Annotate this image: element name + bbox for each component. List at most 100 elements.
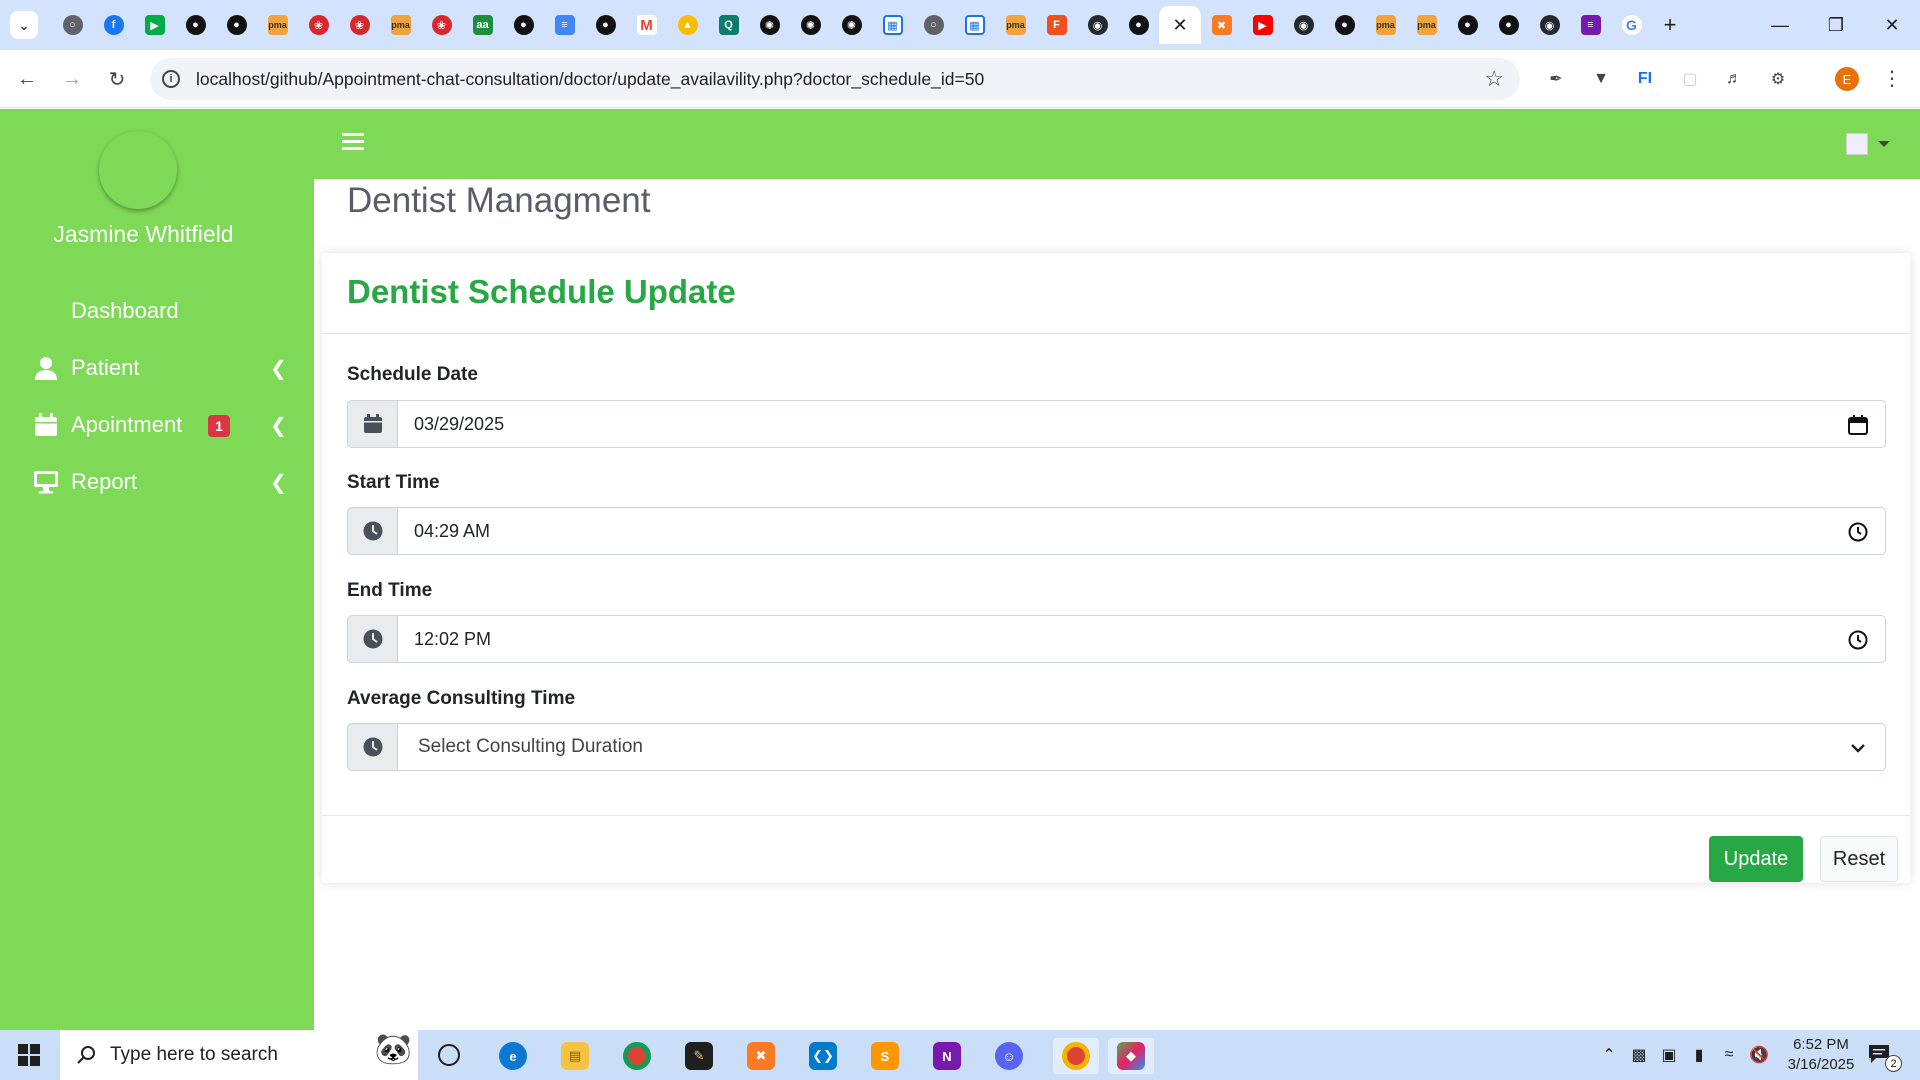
chatgpt-icon: ●	[595, 15, 616, 35]
tab-github[interactable]: ◉	[1529, 6, 1570, 44]
sidebar-item-appointment[interactable]: Apointment 1 ❮	[0, 401, 314, 449]
volume-muted-icon[interactable]: 🔇	[1744, 1045, 1774, 1065]
chatgpt-icon: ●	[1457, 15, 1478, 35]
tab-google[interactable]: G	[1611, 6, 1652, 44]
calendar-picker-icon[interactable]	[1847, 414, 1869, 436]
taskbar-discord[interactable]: ☺	[991, 1038, 1027, 1074]
tab-huawei[interactable]: ❀	[339, 6, 380, 44]
taskbar-git-tool[interactable]: ◆	[1108, 1038, 1154, 1074]
hamburger-menu-icon[interactable]	[342, 133, 364, 153]
reload-icon[interactable]: ↻	[102, 64, 132, 94]
tab-chatgpt[interactable]: ●	[1324, 6, 1365, 44]
tab-youtube[interactable]: ▶	[1242, 6, 1283, 44]
tab-phpmyadmin[interactable]: pma	[1365, 6, 1406, 44]
end-time-input[interactable]: 12:02 PM	[397, 615, 1886, 663]
tab-huawei[interactable]: ❀	[421, 6, 462, 44]
taskbar-sublime[interactable]: S	[867, 1038, 903, 1074]
tab-calendar[interactable]: ▦	[872, 6, 913, 44]
update-button[interactable]: Update	[1709, 836, 1803, 882]
chevron-up-icon[interactable]: ⌃	[1594, 1045, 1624, 1065]
tab-google-docs[interactable]: ≡	[544, 6, 585, 44]
taskbar-chrome-profile[interactable]	[1053, 1038, 1099, 1074]
taskbar-vscode[interactable]: ❮❯	[805, 1038, 841, 1074]
tab-phpmyadmin[interactable]: pma	[1406, 6, 1447, 44]
calendar-icon: ▦	[964, 15, 985, 35]
fi-extension-icon[interactable]: FI	[1632, 66, 1658, 92]
new-tab-button[interactable]: +	[1652, 6, 1688, 44]
taskbar-chrome[interactable]	[619, 1038, 655, 1074]
tab-globe[interactable]: ○	[913, 6, 954, 44]
taskbar-onenote[interactable]: N	[929, 1038, 965, 1074]
tab-globe[interactable]: ○	[52, 6, 93, 44]
tab-openai[interactable]: ✺	[790, 6, 831, 44]
display-icon[interactable]: ▣	[1654, 1045, 1684, 1065]
tab-github[interactable]: ◉	[1077, 6, 1118, 44]
sidebar-item-dashboard[interactable]: Dashboard	[0, 287, 314, 335]
back-arrow-icon[interactable]: ←	[12, 64, 42, 94]
tab-chatgpt[interactable]: ●	[503, 6, 544, 44]
tab-chatgpt[interactable]: ●	[216, 6, 257, 44]
taskbar-clock[interactable]: 6:52 PM 3/16/2025	[1776, 1035, 1866, 1075]
tab-dashboard[interactable]: Q	[708, 6, 749, 44]
restore-icon[interactable]: ❐	[1808, 0, 1864, 50]
wifi-icon[interactable]: ≈	[1714, 1046, 1744, 1064]
tab-huawei[interactable]: ❀	[298, 6, 339, 44]
tab-chatgpt[interactable]: ●	[1118, 6, 1159, 44]
taskbar-search-box[interactable]: Type here to search 🐼	[60, 1030, 418, 1080]
main-content: Dentist Managment Dentist Schedule Updat…	[314, 179, 1920, 1030]
audio-extension-icon[interactable]: ♬	[1721, 66, 1747, 92]
taskbar-xampp[interactable]: ✖	[743, 1038, 779, 1074]
sidebar-item-patient[interactable]: Patient ❮	[0, 344, 314, 392]
schedule-date-input[interactable]: 03/29/2025	[397, 400, 1886, 448]
tab-active[interactable]: ✕	[1159, 6, 1201, 44]
tab-search-button[interactable]: ⌄	[10, 11, 38, 39]
tab-calendar[interactable]: ▦	[954, 6, 995, 44]
battery-icon[interactable]: ▮	[1684, 1045, 1714, 1065]
tab-phpmyadmin[interactable]: pma	[257, 6, 298, 44]
tab-chatgpt[interactable]: ●	[1488, 6, 1529, 44]
consulting-duration-select[interactable]: Select Consulting Duration	[397, 723, 1886, 771]
tab-phpmyadmin[interactable]: pma	[380, 6, 421, 44]
forward-arrow-icon[interactable]: →	[57, 64, 87, 94]
pen-extension-icon[interactable]: ✒	[1543, 66, 1569, 92]
blank-extension-icon[interactable]: ▢	[1677, 66, 1703, 92]
cortana-icon[interactable]	[438, 1044, 460, 1066]
profile-avatar[interactable]: E	[1835, 67, 1859, 91]
tab-xampp[interactable]: ✖	[1201, 6, 1242, 44]
user-dropdown[interactable]	[1846, 133, 1890, 155]
tab-phpmyadmin[interactable]: pma	[995, 6, 1036, 44]
tab-chatgpt[interactable]: ●	[585, 6, 626, 44]
tab-facebook[interactable]: f	[93, 6, 134, 44]
tab-aa[interactable]: aa	[462, 6, 503, 44]
star-icon[interactable]: ☆	[1484, 66, 1504, 92]
tab-google-drive[interactable]: ▲	[667, 6, 708, 44]
browser-menu-icon[interactable]: ⋮	[1882, 66, 1902, 91]
reset-button[interactable]: Reset	[1820, 836, 1898, 882]
tab-onenote[interactable]: ≡	[1570, 6, 1611, 44]
meet-now-icon[interactable]: ▩	[1624, 1045, 1654, 1065]
close-window-icon[interactable]: ✕	[1864, 0, 1920, 50]
tab-openai[interactable]: ✺	[749, 6, 790, 44]
tab-openai[interactable]: ✺	[831, 6, 872, 44]
sidebar-item-report[interactable]: Report ❮	[0, 458, 314, 506]
close-icon[interactable]: ✕	[1172, 15, 1187, 36]
taskbar-edge[interactable]: e	[495, 1038, 531, 1074]
clock-picker-icon[interactable]	[1847, 521, 1869, 543]
taskbar-sticky-notes[interactable]: ✎	[681, 1038, 717, 1074]
site-info-button[interactable]: i	[150, 58, 192, 100]
tab-figma[interactable]: F	[1036, 6, 1077, 44]
minimize-icon[interactable]: —	[1752, 0, 1808, 50]
start-time-input[interactable]: 04:29 AM	[397, 507, 1886, 555]
address-url[interactable]: localhost/github/Appointment-chat-consul…	[196, 69, 984, 90]
tab-github[interactable]: ◉	[1283, 6, 1324, 44]
vue-extension-icon[interactable]: ▼	[1588, 66, 1614, 92]
puzzle-extensions-icon[interactable]: ⚙	[1765, 66, 1791, 92]
tab-chatgpt[interactable]: ●	[175, 6, 216, 44]
address-bar[interactable]: i localhost/github/Appointment-chat-cons…	[150, 58, 1520, 100]
windows-start-icon[interactable]	[18, 1044, 40, 1066]
tab-google-meet[interactable]: ▶	[134, 6, 175, 44]
tab-gmail[interactable]: M	[626, 6, 667, 44]
tab-chatgpt[interactable]: ●	[1447, 6, 1488, 44]
taskbar-file-explorer[interactable]: ▤	[557, 1038, 593, 1074]
clock-picker-icon[interactable]	[1847, 629, 1869, 651]
